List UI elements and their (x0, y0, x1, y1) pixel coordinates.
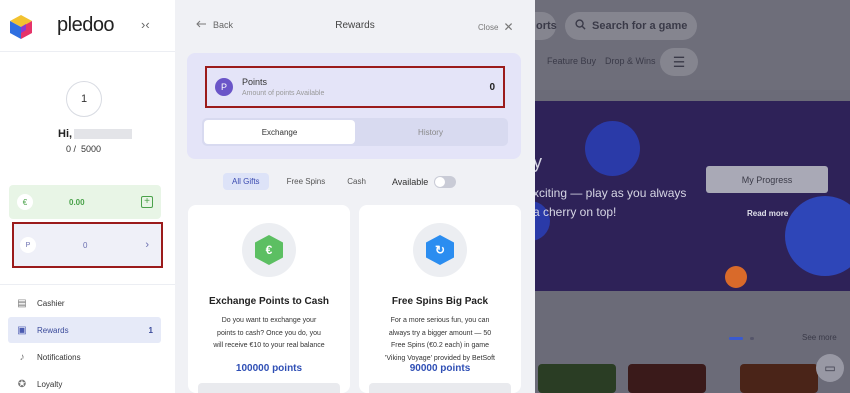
deposit-plus-icon[interactable]: + (141, 196, 153, 208)
sidebar-header: pledoo ›‹ (0, 0, 175, 52)
brand-name: pledoo (57, 14, 115, 36)
menu-item-rewards[interactable]: ▣ Rewards 1 (8, 317, 161, 343)
gift-icon-circle: € (242, 223, 296, 277)
star-icon: ✪ (17, 378, 27, 390)
points-subtitle: Amount of points Available (242, 90, 325, 97)
sidebar: pledoo ›‹ 1 Hi, 0 / 5000 € 0.00 + P 0 › … (0, 0, 175, 393)
gift-icon: ▣ (17, 324, 27, 336)
bg-game-thumb (538, 364, 616, 393)
logo-icon (9, 14, 33, 39)
carousel-dot-active (729, 337, 743, 340)
filter-cash[interactable]: Cash (347, 177, 366, 186)
gift-title: Free Spins Big Pack (391, 296, 489, 307)
menu-item-notifications[interactable]: ♪ Notifications (8, 344, 161, 370)
menu-item-loyalty[interactable]: ✪ Loyalty (8, 371, 161, 393)
filter-free-spins[interactable]: Free Spins (287, 177, 326, 186)
gift-description: Do you want to exchange your points to c… (213, 317, 325, 349)
rewards-count-badge: 1 (148, 325, 153, 335)
bg-game-thumb (740, 364, 818, 393)
bg-see-more: See more (802, 333, 837, 342)
bell-icon: ♪ (19, 351, 25, 363)
cash-balance[interactable]: € 0.00 + (9, 185, 161, 219)
gift-price: 100000 points (235, 363, 303, 374)
username-redacted (74, 129, 133, 139)
chat-icon: ▭ (816, 354, 844, 382)
points-balance[interactable]: P 0 › (12, 222, 163, 268)
divider (0, 284, 175, 285)
close-icon: ✕ (503, 20, 514, 34)
filter-icon: ☰ (660, 48, 698, 76)
menu-label: Cashier (37, 298, 65, 308)
points-icon: P (215, 78, 233, 96)
gift-icon-circle: ↻ (413, 223, 467, 277)
tab-exchange[interactable]: Exchange (204, 120, 355, 144)
collapse-icon[interactable]: ›‹ (141, 17, 150, 32)
rewards-tabs: Exchange History (202, 118, 508, 146)
gift-price: 90000 points (409, 363, 471, 374)
search-icon (575, 19, 586, 33)
gift-filters: All Gifts Free Spins Cash Available (223, 173, 457, 190)
chevron-right-icon: › (145, 239, 149, 251)
points-value: 0 (489, 81, 495, 93)
gift-action-button[interactable] (369, 383, 511, 393)
cashier-icon: ▤ (17, 297, 27, 309)
filter-all-gifts[interactable]: All Gifts (223, 173, 269, 190)
gift-card-cash[interactable]: € Exchange Points to Cash Do you want to… (188, 205, 350, 393)
panel-header: Back Rewards Close ✕ (175, 0, 535, 52)
gift-description: For a more serious fun, you can always t… (385, 317, 495, 362)
gift-action-button[interactable] (198, 383, 340, 393)
level-progress: 0 / 5000 (66, 144, 102, 154)
cash-amount: 0.00 (69, 197, 85, 207)
gift-card-free-spins[interactable]: ↻ Free Spins Big Pack For a more serious… (359, 205, 521, 393)
close-label: Close (478, 22, 499, 32)
menu-label: Loyalty (37, 379, 63, 389)
menu-item-cashier[interactable]: ▤ Cashier (8, 290, 161, 316)
level-badge: 1 (66, 81, 102, 117)
bg-banner-text-2: a cherry on top! (533, 205, 617, 219)
points-row: P Points Amount of points Available 0 (205, 66, 505, 108)
tab-history[interactable]: History (355, 120, 506, 144)
points-summary: P Points Amount of points Available 0 Ex… (187, 53, 521, 159)
available-toggle[interactable] (434, 175, 457, 188)
bg-game-thumb (628, 364, 706, 393)
points-amount: 0 (83, 240, 88, 250)
euro-icon: € (255, 235, 283, 265)
menu-label: Notifications (37, 352, 81, 362)
euro-icon: € (17, 194, 33, 210)
bg-my-progress-button: My Progress (706, 166, 828, 193)
refresh-icon: ↻ (426, 235, 454, 265)
bg-nav-feature-buy: Feature Buy (547, 56, 597, 66)
bg-banner-text: xciting — play as you always (533, 186, 687, 200)
menu-label: Rewards (37, 325, 69, 335)
greeting: Hi, (58, 128, 133, 140)
gift-title: Exchange Points to Cash (208, 296, 330, 307)
available-label: Available (391, 176, 429, 187)
bg-nav-drop-wins: Drop & Wins (605, 56, 656, 66)
points-icon: P (20, 237, 36, 253)
carousel-dot (750, 337, 754, 340)
bg-read-more: Read more (747, 209, 789, 218)
bg-search-input: Search for a game (565, 12, 697, 40)
close-button[interactable]: Close ✕ (478, 20, 514, 34)
rewards-panel: Back Rewards Close ✕ P Points Amount of … (175, 0, 535, 393)
points-label: Points (242, 77, 268, 87)
